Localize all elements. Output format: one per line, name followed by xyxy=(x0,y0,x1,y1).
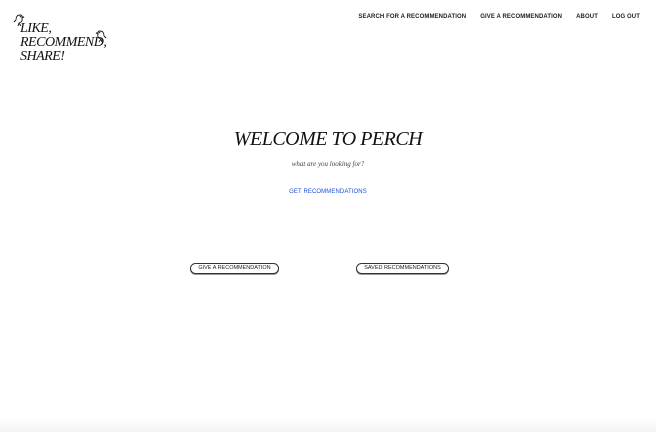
logo-line: SHARE! xyxy=(20,49,65,64)
logo-line: RECOMMEND, xyxy=(20,35,107,50)
page-subtitle: what are you looking for? xyxy=(291,160,365,168)
get-recommendations-link[interactable]: GET RECOMMENDATIONS xyxy=(289,189,367,195)
give-recommendation-button[interactable]: GIVE A RECOMMENDATION xyxy=(190,263,279,274)
site-logo[interactable]: LIKE, RECOMMEND, SHARE! xyxy=(12,12,112,72)
nav-about[interactable]: ABOUT xyxy=(576,14,598,20)
footer-shadow xyxy=(0,418,656,432)
top-nav: SEARCH FOR A RECOMMENDATION GIVE A RECOM… xyxy=(358,14,640,20)
nav-search-recommendation[interactable]: SEARCH FOR A RECOMMENDATION xyxy=(358,14,466,20)
logo-text: LIKE, RECOMMEND, SHARE! xyxy=(20,21,107,64)
nav-give-recommendation[interactable]: GIVE A RECOMMENDATION xyxy=(480,14,562,20)
get-recommendations-wrapper: GET RECOMMENDATIONS xyxy=(0,180,656,198)
logo-line: LIKE, xyxy=(20,21,52,36)
nav-log-out[interactable]: LOG OUT xyxy=(612,14,640,20)
page-title: WELCOME TO PERCH xyxy=(233,128,423,150)
saved-recommendations-button[interactable]: SAVED RECOMMENDATIONS xyxy=(356,263,449,274)
